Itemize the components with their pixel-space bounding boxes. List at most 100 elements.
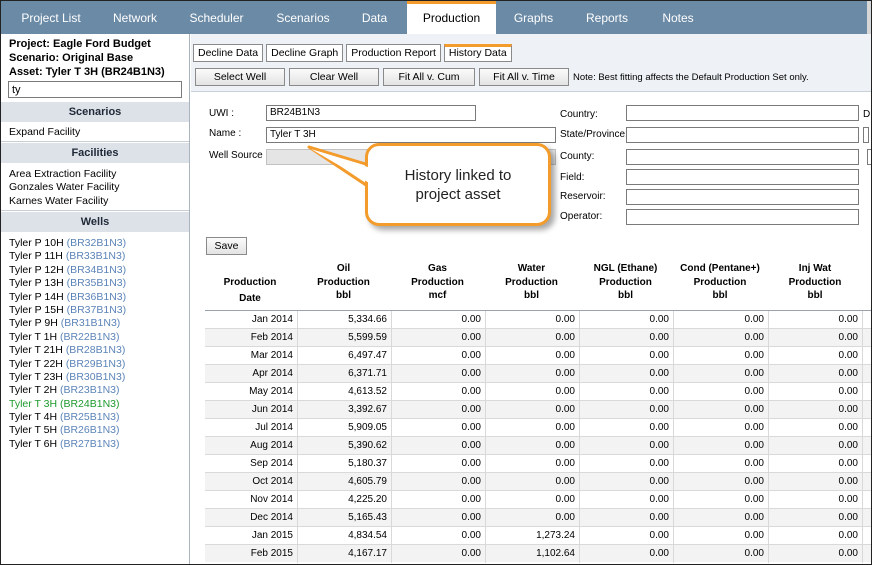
cell-date[interactable]: Dec 2014 [205, 509, 298, 527]
cell-cond[interactable]: 0.00 [674, 527, 769, 545]
well-item[interactable]: Tyler T 4H (BR25B1N3) [9, 411, 187, 424]
cell-cond[interactable]: 0.00 [674, 455, 769, 473]
cell-oil[interactable]: 5,909.05 [298, 419, 392, 437]
well-item[interactable]: Tyler T 2H (BR23B1N3) [9, 384, 187, 397]
cell-water[interactable]: 0.00 [486, 437, 580, 455]
save-button[interactable]: Save [206, 237, 247, 255]
well-item[interactable]: Tyler T 22H (BR29B1N3) [9, 358, 187, 371]
tab-data[interactable]: Data [342, 1, 407, 34]
tab-graphs[interactable]: Graphs [496, 1, 571, 34]
cell-water[interactable]: 1,102.64 [486, 545, 580, 563]
cell-gas[interactable]: 0.00 [392, 509, 486, 527]
cell-water[interactable]: 0.00 [486, 347, 580, 365]
cell-water[interactable]: 0.00 [486, 491, 580, 509]
cell-inj-wat[interactable]: 0.00 [769, 347, 863, 365]
tab-notes[interactable]: Notes [643, 1, 713, 34]
country-field[interactable] [626, 105, 859, 121]
cell-oil[interactable]: 5,599.59 [298, 329, 392, 347]
scenario-item[interactable]: Expand Facility [9, 126, 187, 139]
cell-date[interactable]: Feb 2014 [205, 329, 298, 347]
cell-water[interactable]: 0.00 [486, 311, 580, 329]
well-item[interactable]: Tyler T 1H (BR22B1N3) [9, 331, 187, 344]
cell-date[interactable]: Apr 2014 [205, 365, 298, 383]
cell-gas[interactable]: 0.00 [392, 401, 486, 419]
cell-date[interactable]: Jul 2014 [205, 419, 298, 437]
cell-cond[interactable]: 0.00 [674, 383, 769, 401]
cell-gas[interactable]: 0.00 [392, 545, 486, 563]
cell-cond[interactable]: 0.00 [674, 365, 769, 383]
select-well-button[interactable]: Select Well [195, 68, 285, 86]
cell-date[interactable]: Mar 2014 [205, 347, 298, 365]
cell-oil[interactable]: 5,180.37 [298, 455, 392, 473]
cell-inj-wat[interactable]: 0.00 [769, 383, 863, 401]
cell-gas[interactable]: 0.00 [392, 365, 486, 383]
cell-date[interactable]: Jan 2014 [205, 311, 298, 329]
cell-oil[interactable]: 4,613.52 [298, 383, 392, 401]
cell-cond[interactable]: 0.00 [674, 473, 769, 491]
cell-ngl[interactable]: 0.00 [580, 329, 674, 347]
facility-item[interactable]: Area Extraction Facility [9, 168, 187, 181]
cell-cond[interactable]: 0.00 [674, 509, 769, 527]
cell-gas[interactable]: 0.00 [392, 347, 486, 365]
clear-well-button[interactable]: Clear Well [289, 68, 379, 86]
well-item[interactable]: Tyler P 14H (BR36B1N3) [9, 291, 187, 304]
cell-water[interactable]: 0.00 [486, 473, 580, 491]
state-province-field[interactable] [626, 127, 859, 143]
tab-scheduler[interactable]: Scheduler [169, 1, 264, 34]
county-dropdown-edge[interactable] [867, 149, 871, 165]
cell-ngl[interactable]: 0.00 [580, 311, 674, 329]
cell-gas[interactable]: 0.00 [392, 455, 486, 473]
cell-water[interactable]: 0.00 [486, 419, 580, 437]
well-item[interactable]: Tyler P 15H (BR37B1N3) [9, 304, 187, 317]
cell-water[interactable]: 0.00 [486, 401, 580, 419]
cell-gas[interactable]: 0.00 [392, 419, 486, 437]
fit-all-cum-button[interactable]: Fit All v. Cum [383, 68, 475, 86]
cell-ngl[interactable]: 0.00 [580, 527, 674, 545]
cell-oil[interactable]: 5,165.43 [298, 509, 392, 527]
cell-date[interactable]: Feb 2015 [205, 545, 298, 563]
search-input[interactable] [8, 81, 182, 98]
tab-reports[interactable]: Reports [571, 1, 643, 34]
cell-oil[interactable]: 6,497.47 [298, 347, 392, 365]
cell-inj-wat[interactable]: 0.00 [769, 545, 863, 563]
state-dropdown-edge[interactable] [863, 127, 869, 143]
cell-cond[interactable]: 0.00 [674, 545, 769, 563]
cell-gas[interactable]: 0.00 [392, 491, 486, 509]
cell-inj-wat[interactable]: 0.00 [769, 365, 863, 383]
cell-oil[interactable]: 4,167.17 [298, 545, 392, 563]
cell-oil[interactable]: 5,390.62 [298, 437, 392, 455]
well-item[interactable]: Tyler T 6H (BR27B1N3) [9, 438, 187, 451]
subtab-decline-graph[interactable]: Decline Graph [266, 44, 344, 62]
cell-date[interactable]: Jun 2014 [205, 401, 298, 419]
cell-water[interactable]: 0.00 [486, 365, 580, 383]
cell-ngl[interactable]: 0.00 [580, 401, 674, 419]
field-field[interactable] [626, 169, 859, 185]
cell-date[interactable]: Nov 2014 [205, 491, 298, 509]
well-item[interactable]: Tyler P 12H (BR34B1N3) [9, 264, 187, 277]
cell-oil[interactable]: 4,605.79 [298, 473, 392, 491]
cell-water[interactable]: 0.00 [486, 383, 580, 401]
well-item[interactable]: Tyler T 23H (BR30B1N3) [9, 371, 187, 384]
tab-project-list[interactable]: Project List [1, 1, 101, 34]
cell-ngl[interactable]: 0.00 [580, 365, 674, 383]
cell-inj-wat[interactable]: 0.00 [769, 455, 863, 473]
cell-cond[interactable]: 0.00 [674, 311, 769, 329]
cell-cond[interactable]: 0.00 [674, 419, 769, 437]
well-item[interactable]: Tyler T 5H (BR26B1N3) [9, 424, 187, 437]
cell-cond[interactable]: 0.00 [674, 347, 769, 365]
cell-date[interactable]: Oct 2014 [205, 473, 298, 491]
well-item[interactable]: Tyler P 9H (BR31B1N3) [9, 317, 187, 330]
subtab-decline-data[interactable]: Decline Data [193, 44, 264, 62]
cell-ngl[interactable]: 0.00 [580, 419, 674, 437]
cell-date[interactable]: May 2014 [205, 383, 298, 401]
cell-ngl[interactable]: 0.00 [580, 509, 674, 527]
cell-cond[interactable]: 0.00 [674, 491, 769, 509]
cell-ngl[interactable]: 0.00 [580, 545, 674, 563]
cell-oil[interactable]: 4,225.20 [298, 491, 392, 509]
cell-inj-wat[interactable]: 0.00 [769, 419, 863, 437]
cell-ngl[interactable]: 0.00 [580, 437, 674, 455]
tab-production[interactable]: Production [407, 1, 496, 34]
cell-cond[interactable]: 0.00 [674, 437, 769, 455]
cell-oil[interactable]: 3,392.67 [298, 401, 392, 419]
well-item-selected[interactable]: Tyler T 3H (BR24B1N3) [9, 398, 187, 411]
